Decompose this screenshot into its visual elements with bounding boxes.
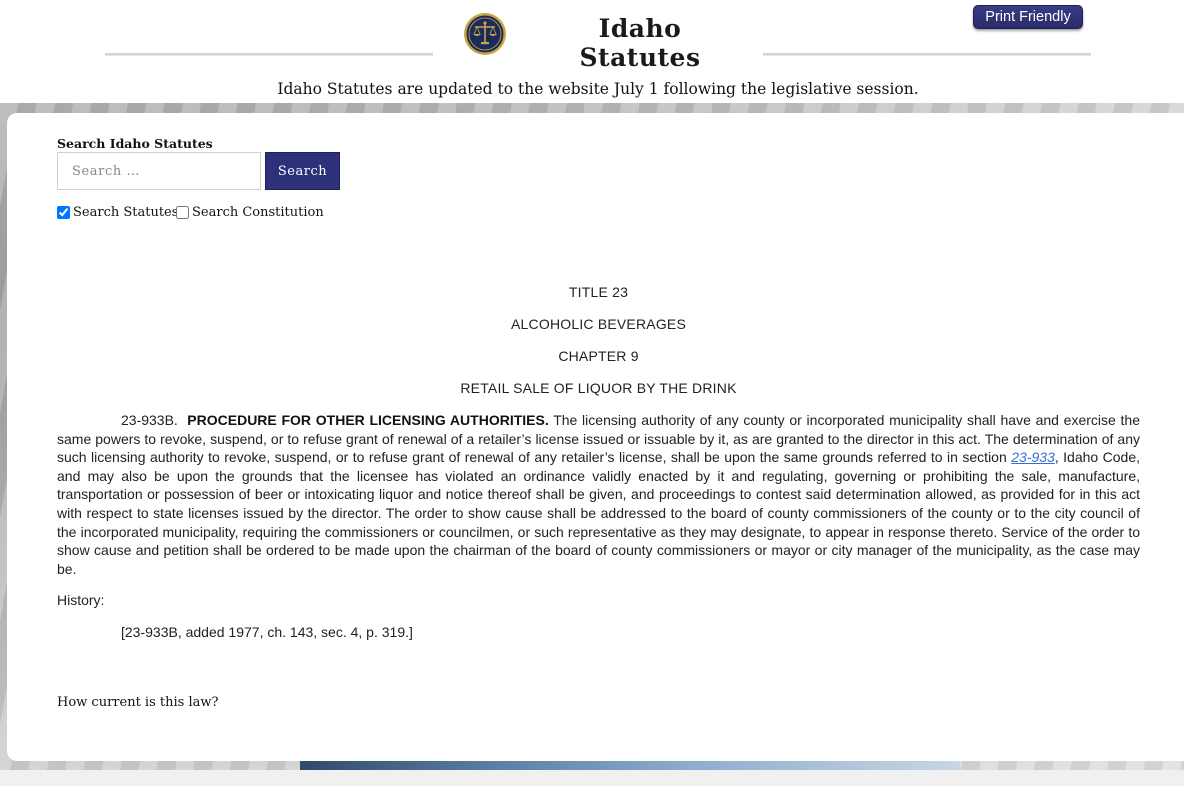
- history-entry: [23-933B, added 1977, ch. 143, sec. 4, p…: [121, 624, 413, 640]
- how-current-link[interactable]: How current is this law?: [57, 695, 218, 710]
- chapter-number: CHAPTER 9: [558, 348, 639, 364]
- update-notice: Idaho Statutes are updated to the websit…: [277, 80, 919, 98]
- statute-section-text: 23-933B. PROCEDURE FOR OTHER LICENSING A…: [57, 411, 1140, 578]
- search-statutes-label: Search Statutes: [73, 204, 179, 220]
- search-input[interactable]: [57, 152, 261, 190]
- search-button[interactable]: Search: [265, 152, 340, 190]
- section-text-part2: , Idaho Code, and may also be upon the g…: [57, 449, 1141, 577]
- section-23-933-link[interactable]: 23-933: [1011, 449, 1055, 465]
- search-constitution-label: Search Constitution: [192, 204, 324, 220]
- search-constitution-checkbox[interactable]: [176, 205, 189, 219]
- chapter-name: RETAIL SALE OF LIQUOR BY THE DRINK: [460, 380, 737, 396]
- header-divider-right: [763, 53, 1091, 56]
- section-number: 23-933B.: [121, 412, 178, 428]
- footer-strip: [0, 770, 1184, 786]
- title-name: ALCOHOLIC BEVERAGES: [511, 316, 686, 332]
- site-header: Idaho Statutes Print Friendly Idaho Stat…: [0, 0, 1184, 104]
- site-title: Idaho Statutes: [579, 14, 701, 72]
- title-number: TITLE 23: [568, 284, 629, 300]
- scales-of-justice-seal-icon: [464, 13, 506, 55]
- print-friendly-button[interactable]: Print Friendly: [973, 5, 1083, 29]
- search-statutes-checkbox[interactable]: [57, 205, 70, 219]
- search-constitution-option[interactable]: Search Constitution: [176, 204, 324, 220]
- header-divider-left: [105, 53, 433, 56]
- search-label: Search Idaho Statutes: [57, 136, 213, 151]
- search-statutes-option[interactable]: Search Statutes: [57, 204, 178, 220]
- history-label: History:: [57, 592, 105, 608]
- section-heading: PROCEDURE FOR OTHER LICENSING AUTHORITIE…: [187, 412, 549, 428]
